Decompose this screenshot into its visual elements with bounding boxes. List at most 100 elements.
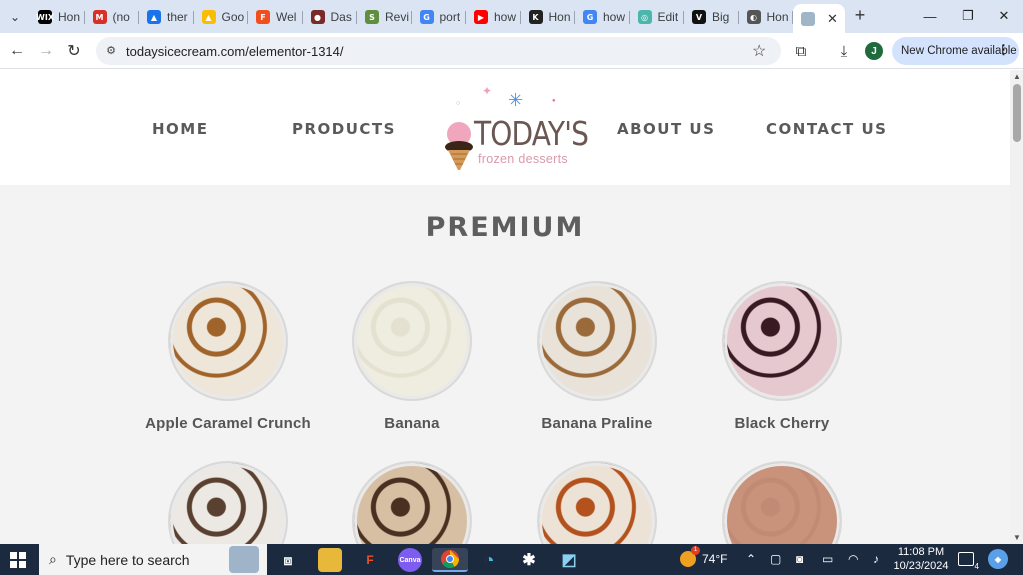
browser-tab[interactable]: ◎ Edit <box>630 4 685 30</box>
weather-temperature: 74°F <box>702 552 728 566</box>
browser-tab[interactable]: ● Das <box>303 4 358 30</box>
site-info-tune-icon[interactable]: ⚙ <box>104 44 118 58</box>
snowflake-icon: ✳ <box>508 90 524 110</box>
browser-tab[interactable]: K Hon <box>521 4 576 30</box>
nav-about-link[interactable]: ABOUT US <box>617 120 715 138</box>
product-name[interactable]: Banana <box>322 415 502 432</box>
nav-contact-link[interactable]: CONTACT US <box>766 120 887 138</box>
browser-tab[interactable]: M (no <box>85 4 140 30</box>
new-tab-plus-icon[interactable]: + <box>850 6 870 26</box>
page-scrollbar[interactable]: ▲ ▼ <box>1010 70 1023 544</box>
forward-arrow-icon[interactable]: → <box>35 40 57 62</box>
canva-icon[interactable]: Canva <box>398 548 422 572</box>
volume-icon[interactable]: ♪ <box>873 552 879 566</box>
product-card[interactable]: Banana <box>322 281 502 432</box>
slack-icon[interactable]: ✱ <box>517 548 541 572</box>
tab-strip: ⌄ WIX Hon M (no ▲ ther ▲ Goo F Wel ● Das S Revi Gport ▶… <box>0 0 1023 33</box>
meet-now-icon[interactable]: ▢ <box>770 552 781 566</box>
figma-icon[interactable]: F <box>358 548 382 572</box>
extensions-puzzle-icon[interactable]: ⧉ <box>791 41 811 61</box>
nav-home-link[interactable]: HOME <box>152 120 208 138</box>
browser-toolbar: ← → ↻ ⚙ todaysicecream.com/elementor-131… <box>0 33 1023 69</box>
bookmark-star-icon[interactable]: ☆ <box>752 41 766 61</box>
profile-avatar[interactable]: J <box>865 42 883 60</box>
chevron-up-icon[interactable]: ⌃ <box>746 552 756 566</box>
browser-tab[interactable]: ▲ Goo <box>194 4 249 30</box>
product-name[interactable]: Banana Praline <box>507 415 687 432</box>
browser-tab[interactable]: ▶ how <box>466 4 521 30</box>
file-explorer-icon[interactable] <box>318 548 342 572</box>
product-name[interactable]: Black Cherry <box>692 415 872 432</box>
scrollbar-thumb[interactable] <box>1013 84 1021 142</box>
url-text[interactable]: todaysicecream.com/elementor-1314/ <box>126 44 344 59</box>
browser-tab[interactable]: Ghow <box>575 4 630 30</box>
product-card[interactable] <box>322 461 502 544</box>
tab-title: Edit <box>657 10 679 24</box>
address-bar[interactable]: ⚙ todaysicecream.com/elementor-1314/ ☆ <box>96 37 781 65</box>
browser-tab[interactable]: ▲ ther <box>139 4 194 30</box>
product-name[interactable]: Apple Caramel Crunch <box>138 415 318 432</box>
record-icon[interactable]: ◙ <box>796 552 803 566</box>
downloads-icon[interactable]: ⤓ <box>834 41 854 61</box>
battery-icon[interactable]: ▭ <box>822 552 833 566</box>
sparkle-icon: ✦ <box>482 84 493 98</box>
close-tab-icon[interactable]: ✕ <box>827 11 838 27</box>
chrome-icon[interactable] <box>432 548 468 572</box>
product-card[interactable] <box>138 461 318 544</box>
google-icon: G <box>583 10 597 24</box>
browser-tab[interactable]: Gport <box>412 4 467 30</box>
product-image[interactable] <box>168 281 288 401</box>
browser-tab[interactable]: S Revi <box>357 4 412 30</box>
google-drive-icon: ▲ <box>201 10 216 24</box>
tab-search-chevron-icon[interactable]: ⌄ <box>4 6 26 28</box>
edge-icon[interactable]: ◔ <box>477 548 501 572</box>
browser-tab[interactable]: WIX Hon <box>30 4 85 30</box>
taskbar-clock[interactable]: 11:08 PM 10/23/2024 <box>892 546 950 573</box>
minimize-icon[interactable]: — <box>912 4 948 28</box>
notification-center-icon[interactable]: 4 <box>958 552 979 571</box>
product-image[interactable] <box>352 281 472 401</box>
product-card[interactable]: Apple Caramel Crunch <box>138 281 318 432</box>
logo-title: TODAY'S <box>474 114 589 153</box>
notification-count: 4 <box>974 562 979 571</box>
app-window-icon[interactable]: ◩ <box>557 548 581 572</box>
product-image[interactable] <box>168 461 288 544</box>
tab-title: Hon <box>58 10 81 24</box>
product-image[interactable] <box>537 461 657 544</box>
scroll-up-arrow-icon[interactable]: ▲ <box>1013 72 1021 81</box>
new-chrome-available-button[interactable]: New Chrome available ⋮ <box>892 37 1019 65</box>
product-image[interactable] <box>537 281 657 401</box>
product-card[interactable]: Black Cherry <box>692 281 872 432</box>
product-image[interactable] <box>722 461 842 544</box>
product-image[interactable] <box>352 461 472 544</box>
avatar-icon: ● <box>310 10 325 24</box>
copilot-icon[interactable]: ◆ <box>988 549 1008 569</box>
weather-widget[interactable]: 1 74°F <box>680 546 728 567</box>
tab-title: Big <box>712 10 730 24</box>
edit-icon: ◎ <box>637 10 652 24</box>
restore-window-icon[interactable]: ❐ <box>950 4 986 28</box>
scroll-down-arrow-icon[interactable]: ▼ <box>1013 533 1021 542</box>
product-card[interactable] <box>507 461 687 544</box>
reload-icon[interactable]: ↻ <box>63 40 85 62</box>
weather-badge: 1 <box>691 546 700 555</box>
browser-tab-active[interactable]: ✕ <box>793 4 845 33</box>
windows-start-icon[interactable] <box>10 552 26 568</box>
ice-cream-cone-icon <box>445 122 473 170</box>
product-image[interactable] <box>722 281 842 401</box>
browser-tab[interactable]: F Wel <box>248 4 303 30</box>
bookmark-icon: V <box>692 10 706 24</box>
browser-tab[interactable]: ◐ Hon <box>739 4 794 30</box>
menu-kebab-icon[interactable]: ⋮ <box>997 42 1010 58</box>
search-placeholder: Type here to search <box>65 551 190 568</box>
product-card[interactable] <box>692 461 872 544</box>
back-arrow-icon[interactable]: ← <box>6 40 28 62</box>
browser-tab[interactable]: V Big <box>684 4 739 30</box>
taskbar-search-box[interactable]: ⌕ Type here to search <box>39 544 267 575</box>
site-logo[interactable]: ✦ ✳ ○ ● TODAY'S frozen desserts <box>438 84 589 174</box>
nav-products-link[interactable]: PRODUCTS <box>292 120 396 138</box>
close-window-icon[interactable]: ✕ <box>986 4 1022 28</box>
wifi-icon[interactable]: ◠ <box>848 552 858 566</box>
task-view-icon[interactable]: ⧈ <box>276 548 300 572</box>
product-card[interactable]: Banana Praline <box>507 281 687 432</box>
